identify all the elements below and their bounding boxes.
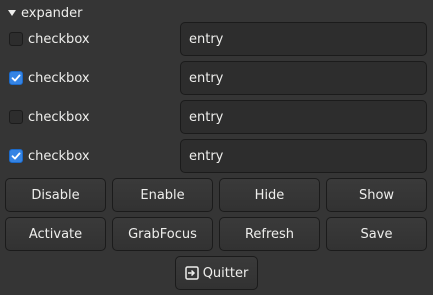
checkbox-label: checkbox xyxy=(28,31,90,47)
save-button[interactable]: Save xyxy=(326,217,427,251)
checkbox-toggle[interactable]: checkbox xyxy=(9,139,90,173)
refresh-button[interactable]: Refresh xyxy=(219,217,320,251)
text-entry[interactable] xyxy=(180,139,427,173)
form-row: checkbox xyxy=(0,139,433,173)
checkbox-box[interactable] xyxy=(9,149,23,163)
text-entry[interactable] xyxy=(180,61,427,95)
app-window: expander checkbox checkbox checkbox chec… xyxy=(0,0,433,295)
grabfocus-button[interactable]: GrabFocus xyxy=(112,217,213,251)
checkbox-box[interactable] xyxy=(9,71,23,85)
hide-button[interactable]: Hide xyxy=(219,178,320,212)
text-entry[interactable] xyxy=(180,22,427,56)
checkbox-label: checkbox xyxy=(28,148,90,164)
checkbox-label: checkbox xyxy=(28,109,90,125)
form-row: checkbox xyxy=(0,61,433,95)
quit-button[interactable]: Quitter xyxy=(175,256,258,290)
checkbox-box[interactable] xyxy=(9,110,23,124)
exit-icon xyxy=(184,266,199,280)
expander-label: expander xyxy=(21,5,83,21)
expander[interactable]: expander xyxy=(6,4,83,22)
text-entry[interactable] xyxy=(180,100,427,134)
form-row: checkbox xyxy=(0,100,433,134)
form-row: checkbox xyxy=(0,22,433,56)
checkbox-box[interactable] xyxy=(9,32,23,46)
quit-label: Quitter xyxy=(202,265,249,281)
disable-button[interactable]: Disable xyxy=(5,178,106,212)
show-button[interactable]: Show xyxy=(326,178,427,212)
checkbox-label: checkbox xyxy=(28,70,90,86)
checkbox-toggle[interactable]: checkbox xyxy=(9,22,90,56)
checkbox-toggle[interactable]: checkbox xyxy=(9,100,90,134)
enable-button[interactable]: Enable xyxy=(112,178,213,212)
expander-arrow-icon xyxy=(8,10,16,16)
activate-button[interactable]: Activate xyxy=(5,217,106,251)
checkbox-toggle[interactable]: checkbox xyxy=(9,61,90,95)
